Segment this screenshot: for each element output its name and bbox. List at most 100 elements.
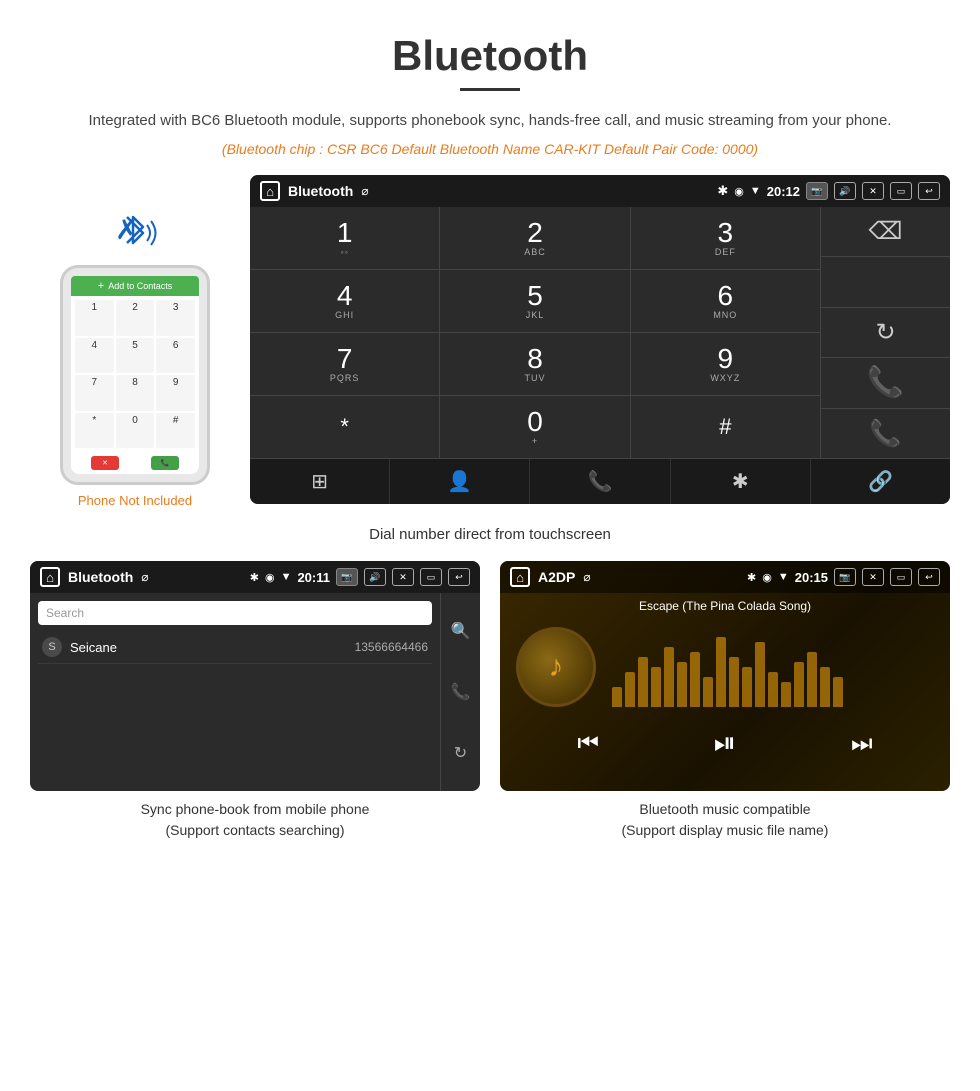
pb-phone-icon[interactable]: 📞: [451, 682, 471, 702]
music-home-icon[interactable]: ⌂: [510, 567, 530, 587]
bluetooth-status-icon: ✱: [717, 183, 728, 199]
nav-link[interactable]: 🔗: [811, 459, 950, 504]
dial-key-5[interactable]: 5JKL: [440, 270, 630, 332]
subtitle-text: Integrated with BC6 Bluetooth module, su…: [0, 109, 980, 133]
music-caption: Bluetooth music compatible (Support disp…: [622, 799, 829, 841]
pb-status-bar: ⌂ Bluetooth ⌀ ✱ ◉ ▼ 20:11 📷 🔊 ✕ ▭ ↩: [30, 561, 480, 593]
music-loc-icon: ◉: [762, 571, 772, 584]
dial-key-7[interactable]: 7PQRS: [250, 333, 440, 395]
dial-key-0[interactable]: 0+: [440, 396, 630, 458]
music-sig-icon: ▼: [778, 571, 789, 583]
phone-dial-grid: 1 2 3 4 5 6 7 8 9 * 0 #: [71, 296, 199, 452]
refresh-icon: ↻: [875, 318, 895, 347]
contact-name: Seicane: [70, 640, 355, 655]
call-green-cell[interactable]: 📞: [821, 358, 950, 408]
music-status-bar: ⌂ A2DP ⌀ ✱ ◉ ▼ 20:15 📷 ✕ ▭ ↩: [500, 561, 950, 593]
call-green-icon: 📞: [867, 365, 904, 400]
wave-bar: [677, 662, 687, 707]
wave-bar: [807, 652, 817, 707]
contact-row[interactable]: S Seicane 13566664466: [38, 631, 432, 664]
next-button[interactable]: ⏭: [851, 730, 873, 758]
wave-bar: [625, 672, 635, 707]
phonebook-panel: ⌂ Bluetooth ⌀ ✱ ◉ ▼ 20:11 📷 🔊 ✕ ▭ ↩: [30, 561, 480, 841]
phonebook-caption: Sync phone-book from mobile phone (Suppo…: [141, 799, 370, 841]
home-icon[interactable]: ⌂: [260, 181, 280, 201]
pb-camera-icon[interactable]: 📷: [336, 568, 358, 586]
pb-home-icon[interactable]: ⌂: [40, 567, 60, 587]
wave-bar: [781, 682, 791, 707]
dialpad-grid: 1◦◦ 2ABC 3DEF 4GHI 5JKL 6MNO 7PQRS: [250, 207, 820, 458]
phone-not-included-label: Phone Not Included: [78, 493, 192, 508]
waveform: [612, 627, 934, 707]
pb-search-icon[interactable]: 🔍: [451, 621, 471, 641]
pb-refresh-icon[interactable]: ↻: [454, 743, 467, 763]
music-bt-icon: ✱: [747, 571, 756, 584]
camera-icon-box[interactable]: 📷: [806, 182, 828, 200]
phonebook-body: Search S Seicane 13566664466: [30, 593, 440, 791]
pb-location-icon: ◉: [265, 571, 275, 584]
search-bar[interactable]: Search: [38, 601, 432, 625]
bottom-navigation: ⊞ 👤 📞 ✱ 🔗: [250, 458, 950, 504]
phone-screen-header: Add to Contacts: [71, 276, 199, 296]
empty-cell-1: [821, 257, 950, 307]
wave-bar: [612, 687, 622, 707]
title-underline: [460, 88, 520, 91]
wave-bar: [703, 677, 713, 707]
refresh-cell[interactable]: ↻: [821, 308, 950, 358]
play-pause-button[interactable]: ⏯: [714, 727, 736, 760]
usb-icon: ⌀: [361, 184, 368, 198]
nav-bluetooth[interactable]: ✱: [671, 459, 811, 504]
music-back-icon[interactable]: ↩: [918, 568, 940, 586]
music-vol-icon[interactable]: ✕: [862, 568, 884, 586]
music-win-icon[interactable]: ▭: [890, 568, 912, 586]
android-dialpad-screen: ⌂ Bluetooth ⌀ ✱ ◉ ▼ 20:12 📷 🔊 ✕ ▭ ↩: [250, 175, 950, 504]
backspace-cell[interactable]: ⌫: [821, 207, 950, 257]
wave-bar: [638, 657, 648, 707]
nav-dialpad[interactable]: ⊞: [250, 459, 390, 504]
phone-end-btn[interactable]: ✕: [91, 456, 119, 470]
dial-row-1: 1◦◦ 2ABC 3DEF: [250, 207, 820, 270]
dial-key-6[interactable]: 6MNO: [631, 270, 820, 332]
pb-window-icon[interactable]: ▭: [420, 568, 442, 586]
pb-close-icon[interactable]: ✕: [392, 568, 414, 586]
music-controls: ⏮ ⏯ ⏭: [500, 715, 950, 772]
wave-bar: [820, 667, 830, 707]
pb-usb-icon: ⌀: [141, 570, 148, 584]
dial-key-star[interactable]: *: [250, 396, 440, 458]
dial-key-4[interactable]: 4GHI: [250, 270, 440, 332]
volume-icon-box[interactable]: 🔊: [834, 182, 856, 200]
close-icon-box[interactable]: ✕: [862, 182, 884, 200]
dial-row-2: 4GHI 5JKL 6MNO: [250, 270, 820, 333]
pb-volume-icon[interactable]: 🔊: [364, 568, 386, 586]
bottom-panels: ⌂ Bluetooth ⌀ ✱ ◉ ▼ 20:11 📷 🔊 ✕ ▭ ↩: [0, 561, 980, 841]
music-screen-title: A2DP: [538, 569, 575, 585]
call-red-cell[interactable]: 📞: [821, 409, 950, 458]
window-icon-box[interactable]: ▭: [890, 182, 912, 200]
dial-key-hash[interactable]: #: [631, 396, 820, 458]
nav-phone[interactable]: 📞: [530, 459, 670, 504]
pb-signal-icon: ▼: [281, 571, 292, 583]
pb-right-icons: 🔍 📞 ↻: [440, 593, 480, 791]
back-icon-box[interactable]: ↩: [918, 182, 940, 200]
music-time: 20:15: [795, 570, 828, 585]
music-camera-icon[interactable]: 📷: [834, 568, 856, 586]
prev-button[interactable]: ⏮: [577, 730, 599, 758]
wave-bar: [794, 662, 804, 707]
nav-contacts[interactable]: 👤: [390, 459, 530, 504]
pb-back-icon[interactable]: ↩: [448, 568, 470, 586]
bluetooth-icon: ✗: [115, 213, 138, 246]
wave-bar: [729, 657, 739, 707]
music-note-icon: ♪: [549, 650, 564, 684]
dial-row-4: * 0+ #: [250, 396, 820, 458]
signal-icon: ▼: [750, 185, 761, 197]
music-panel: ⌂ A2DP ⌀ ✱ ◉ ▼ 20:15 📷 ✕ ▭ ↩: [500, 561, 950, 841]
call-red-icon: 📞: [869, 418, 901, 449]
phone-call-btn[interactable]: 📞: [151, 456, 179, 470]
location-icon: ◉: [734, 185, 744, 198]
dial-key-9[interactable]: 9WXYZ: [631, 333, 820, 395]
dial-key-2[interactable]: 2ABC: [440, 207, 630, 269]
dial-key-1[interactable]: 1◦◦: [250, 207, 440, 269]
phonebook-screen: ⌂ Bluetooth ⌀ ✱ ◉ ▼ 20:11 📷 🔊 ✕ ▭ ↩: [30, 561, 480, 791]
dial-key-8[interactable]: 8TUV: [440, 333, 630, 395]
dial-key-3[interactable]: 3DEF: [631, 207, 820, 269]
